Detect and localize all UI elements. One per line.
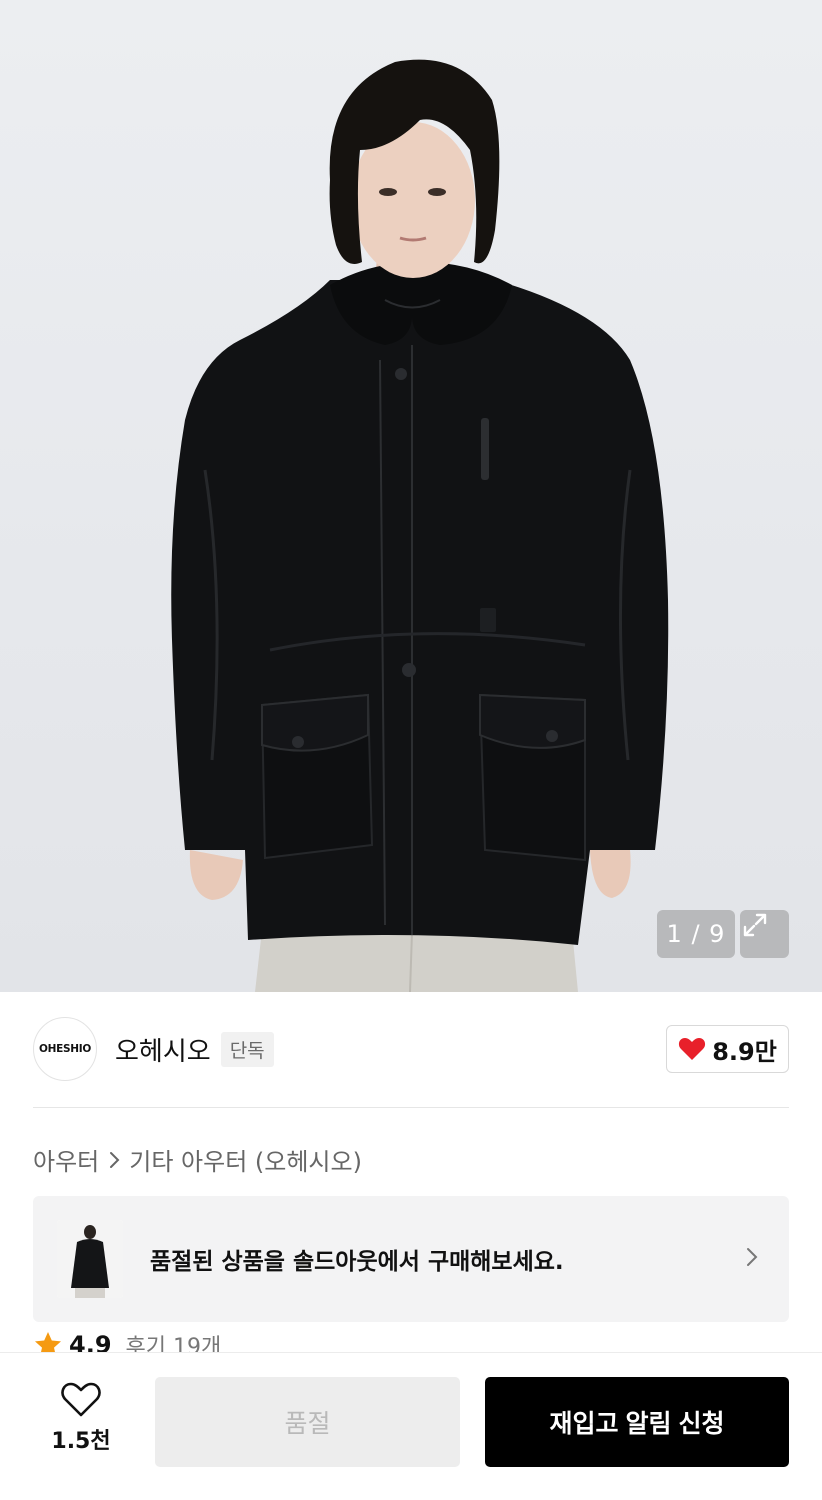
chevron-right-icon [109,1151,121,1169]
soldout-button: 품절 [155,1377,460,1467]
banner-thumbnail [57,1220,123,1298]
rating-row[interactable]: 4.9 후기 19개 [33,1326,221,1352]
soldout-banner[interactable]: 품절된 상품을 솔드아웃에서 구매해보세요. [33,1196,789,1322]
wishlist-button[interactable]: 1.5천 [38,1381,124,1455]
product-photo-model [171,59,669,992]
heart-outline-icon [61,1382,101,1417]
exclusive-badge: 단독 [220,1031,274,1067]
wishlist-count: 1.5천 [51,1429,111,1454]
breadcrumb-item-other-outer[interactable]: 기타 아우터 (오헤시오) [129,1142,362,1177]
expand-icon [743,913,767,937]
brand-like-count: 8.9만 [712,1037,777,1066]
chevron-right-icon [745,1246,759,1272]
heart-filled-icon [679,1038,706,1060]
brand-logo[interactable]: OHESHIO [33,1017,97,1081]
brand-logo-text: OHESHIO [39,1043,91,1055]
image-counter: 1 / 9 [657,910,735,958]
breadcrumb-item-outer[interactable]: 아우터 [33,1142,99,1177]
star-icon [35,1332,61,1352]
banner-text: 품절된 상품을 솔드아웃에서 구매해보세요. [150,1249,564,1275]
expand-button[interactable] [740,910,789,958]
restock-alert-button[interactable]: 재입고 알림 신청 [485,1377,789,1467]
breadcrumb: 아우터 기타 아우터 (오헤시오) [33,1142,362,1177]
brand-row: OHESHIO 오헤시오 단독 8.9만 [33,1016,789,1082]
rating-score: 4.9 [69,1331,112,1352]
brand-name[interactable]: 오헤시오 [115,1031,211,1068]
bottom-action-bar: 1.5천 품절 재입고 알림 신청 [0,1352,822,1500]
divider [33,1107,789,1108]
product-image[interactable]: 1 / 9 [0,0,822,992]
brand-like-button[interactable]: 8.9만 [666,1025,789,1073]
review-count[interactable]: 후기 19개 [126,1329,222,1352]
